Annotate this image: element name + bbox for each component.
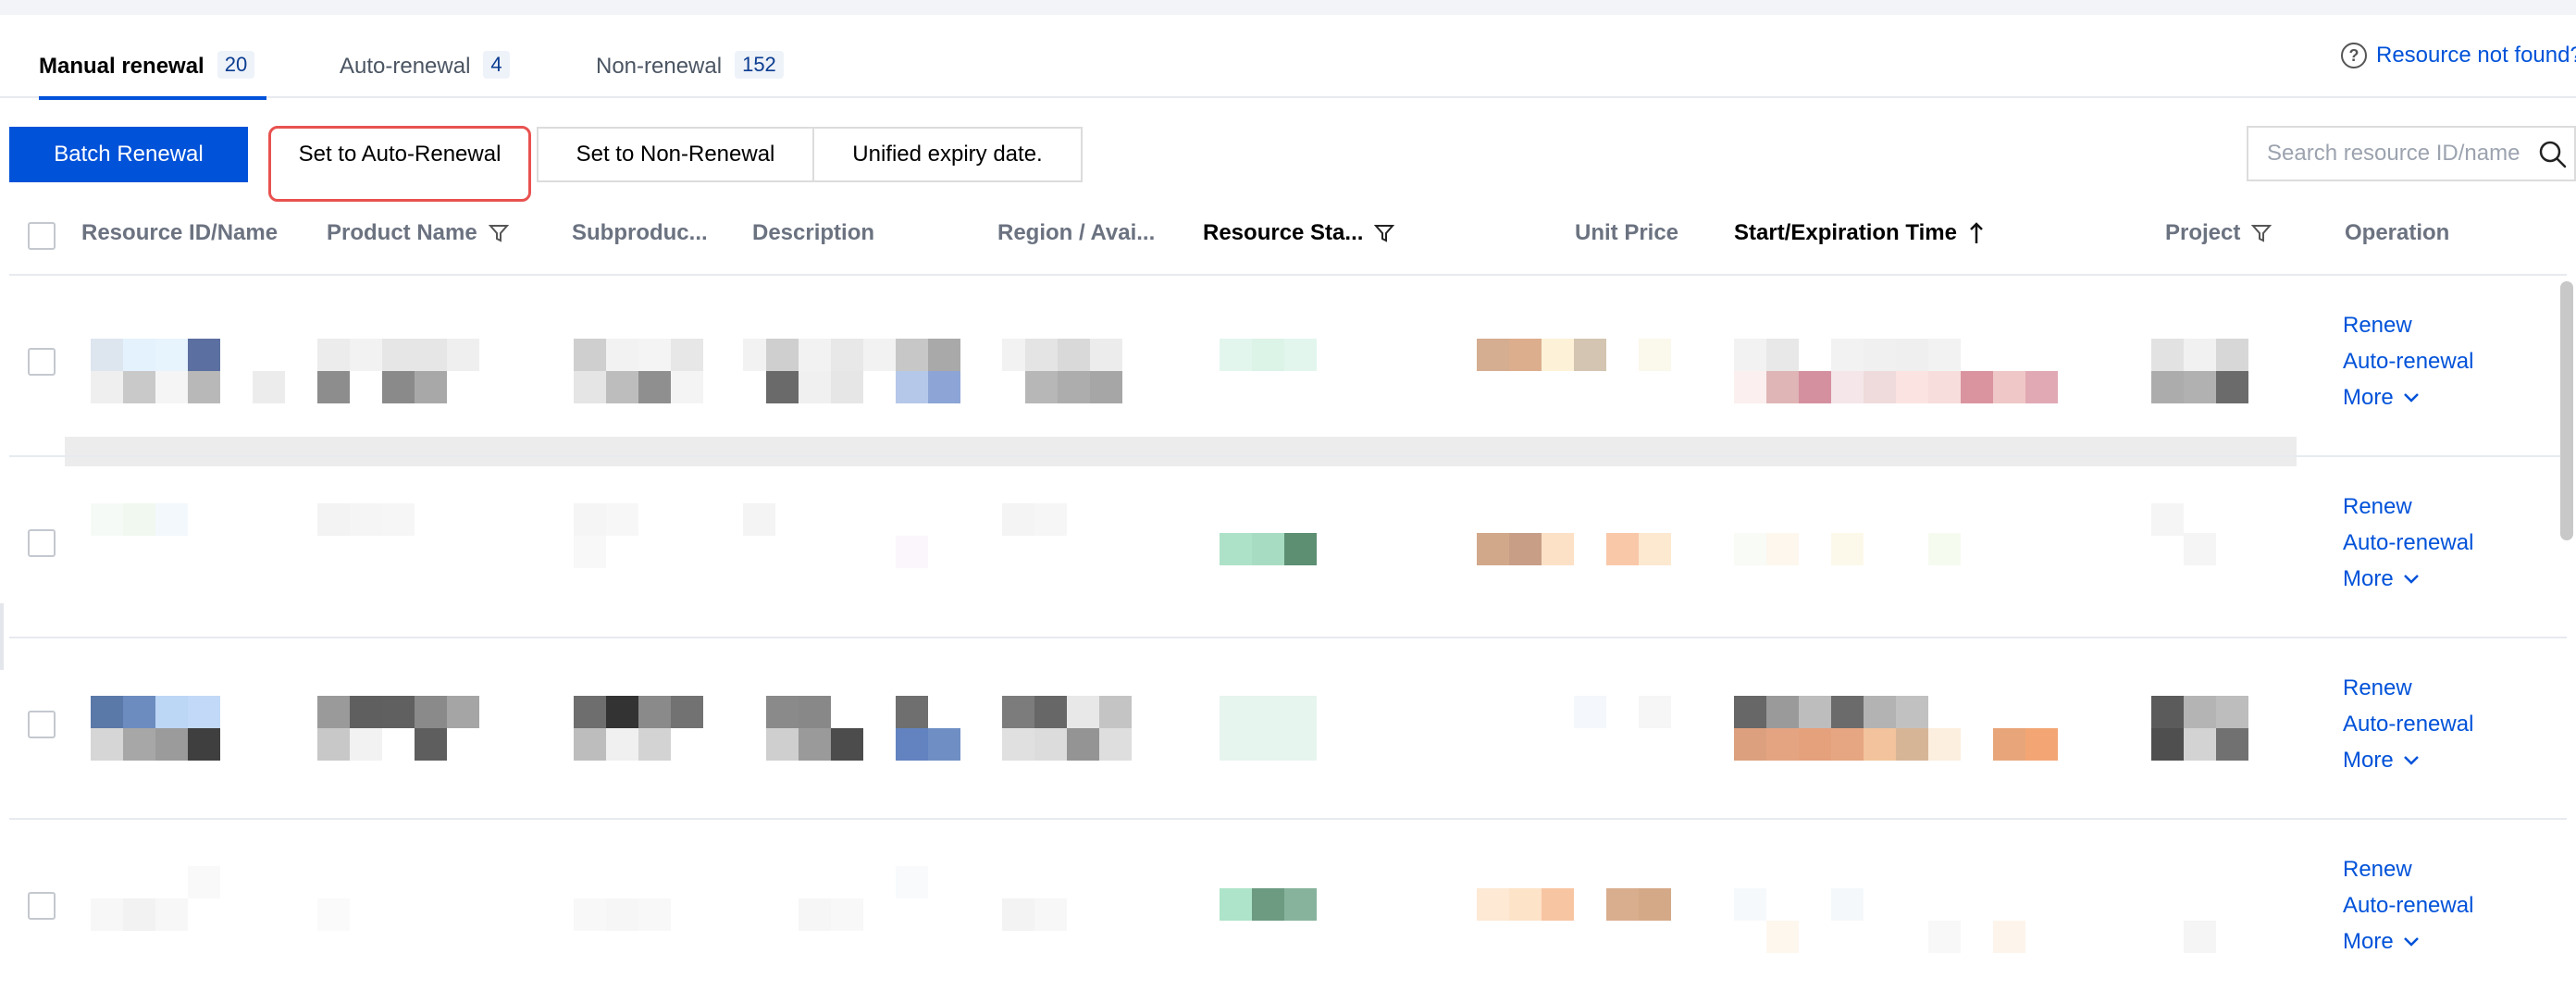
auto-renewal-link[interactable]: Auto-renewal	[2343, 343, 2473, 379]
column-label: Subproduc...	[572, 220, 708, 245]
table-row: Renew Auto-renewal More	[9, 274, 2567, 455]
question-circle-icon: ?	[2341, 43, 2367, 68]
filter-icon[interactable]	[1374, 223, 1395, 243]
link-label: Auto-renewal	[2343, 893, 2474, 918]
renew-link[interactable]: Renew	[2343, 851, 2473, 887]
resource-search	[2247, 126, 2576, 181]
tab-non-renewal[interactable]: Non-renewal 152	[596, 51, 784, 98]
top-bar	[0, 0, 2576, 15]
row-operations: Renew Auto-renewal More	[2343, 307, 2473, 415]
batch-renewal-button[interactable]: Batch Renewal	[9, 127, 248, 182]
table-row: Renew Auto-renewal More	[9, 455, 2567, 637]
more-dropdown[interactable]: More	[2343, 379, 2473, 415]
button-label: Batch Renewal	[54, 142, 204, 167]
unified-expiry-date-button[interactable]: Unified expiry date.	[812, 127, 1083, 182]
column-resource-status: Resource Sta...	[1203, 220, 1395, 246]
help-link-label: Resource not found?	[2376, 43, 2576, 68]
side-panel-handle[interactable]	[0, 603, 4, 670]
button-label: Unified expiry date.	[852, 142, 1043, 167]
tab-auto-renewal[interactable]: Auto-renewal 4	[340, 51, 510, 98]
set-non-renewal-button[interactable]: Set to Non-Renewal	[537, 127, 814, 182]
scrollbar-thumb[interactable]	[2560, 281, 2573, 540]
renew-link[interactable]: Renew	[2343, 489, 2473, 525]
filter-icon[interactable]	[2251, 223, 2273, 243]
column-label: Operation	[2345, 220, 2450, 245]
tab-manual-renewal[interactable]: Manual renewal 20	[39, 51, 266, 100]
column-project: Project	[2165, 220, 2273, 246]
row-checkbox[interactable]	[28, 892, 56, 920]
button-label: Set to Non-Renewal	[576, 142, 775, 167]
set-auto-renewal-button[interactable]: Set to Auto-Renewal	[268, 126, 531, 202]
link-label: Renew	[2343, 675, 2412, 700]
link-label: Renew	[2343, 494, 2412, 519]
search-input[interactable]	[2267, 141, 2526, 167]
chevron-down-icon	[2403, 392, 2419, 402]
button-label: Set to Auto-Renewal	[298, 142, 502, 167]
column-subproduct: Subproduc...	[572, 220, 708, 246]
row-checkbox[interactable]	[28, 711, 56, 738]
select-all-checkbox[interactable]	[28, 222, 56, 250]
vertical-scrollbar[interactable]	[2557, 278, 2576, 1003]
column-operation: Operation	[2345, 220, 2449, 246]
chevron-down-icon	[2403, 936, 2419, 947]
search-icon[interactable]	[2537, 139, 2569, 170]
auto-renewal-link[interactable]: Auto-renewal	[2343, 706, 2473, 742]
row-checkbox[interactable]	[28, 529, 56, 557]
auto-renewal-link[interactable]: Auto-renewal	[2343, 887, 2473, 923]
table-header: Resource ID/Name Product Name Subproduc.…	[0, 209, 2576, 274]
column-product-name: Product Name	[327, 220, 509, 246]
column-label: Resource Sta...	[1203, 220, 1364, 245]
row-operations: Renew Auto-renewal More	[2343, 851, 2473, 960]
more-dropdown[interactable]: More	[2343, 923, 2473, 960]
link-label: More	[2343, 385, 2394, 410]
link-label: Auto-renewal	[2343, 349, 2474, 374]
column-label: Unit Price	[1575, 220, 1679, 245]
column-label: Region / Avai...	[997, 220, 1156, 245]
link-label: More	[2343, 748, 2394, 773]
link-label: Renew	[2343, 857, 2412, 882]
tab-count: 20	[217, 51, 255, 79]
resource-not-found-link[interactable]: ? Resource not found?	[2341, 43, 2576, 68]
column-start-expiration[interactable]: Start/Expiration Time	[1734, 220, 1985, 246]
row-operations: Renew Auto-renewal More	[2343, 489, 2473, 597]
filter-icon[interactable]	[488, 223, 509, 243]
column-label: Start/Expiration Time	[1734, 220, 1957, 245]
tab-label: Non-renewal	[596, 54, 723, 79]
tab-label: Auto-renewal	[340, 54, 471, 79]
table-row: Renew Auto-renewal More	[9, 818, 2567, 999]
more-dropdown[interactable]: More	[2343, 561, 2473, 597]
link-label: More	[2343, 929, 2394, 954]
link-label: Auto-renewal	[2343, 712, 2474, 737]
column-region: Region / Avai...	[997, 220, 1155, 246]
table-row: Renew Auto-renewal More	[9, 637, 2567, 818]
auto-renewal-link[interactable]: Auto-renewal	[2343, 525, 2473, 561]
sort-ascending-icon[interactable]	[1968, 221, 1985, 245]
renewal-tabs: Manual renewal 20 Auto-renewal 4 Non-ren…	[0, 15, 2576, 100]
column-label: Product Name	[327, 220, 477, 245]
chevron-down-icon	[2403, 755, 2419, 765]
more-dropdown[interactable]: More	[2343, 742, 2473, 778]
column-description: Description	[752, 220, 874, 246]
column-label: Resource ID/Name	[81, 220, 279, 245]
row-operations: Renew Auto-renewal More	[2343, 670, 2473, 778]
column-resource-id: Resource ID/Name	[81, 220, 278, 246]
tab-label: Manual renewal	[39, 54, 204, 79]
tab-count: 152	[735, 51, 784, 79]
link-label: Renew	[2343, 313, 2412, 338]
link-label: Auto-renewal	[2343, 530, 2474, 555]
tab-count: 4	[483, 51, 510, 79]
column-label: Description	[752, 220, 875, 245]
renew-link[interactable]: Renew	[2343, 670, 2473, 706]
column-unit-price: Unit Price	[1575, 220, 1678, 246]
renew-link[interactable]: Renew	[2343, 307, 2473, 343]
link-label: More	[2343, 566, 2394, 591]
row-checkbox[interactable]	[28, 348, 56, 376]
chevron-down-icon	[2403, 574, 2419, 584]
column-label: Project	[2165, 220, 2241, 245]
